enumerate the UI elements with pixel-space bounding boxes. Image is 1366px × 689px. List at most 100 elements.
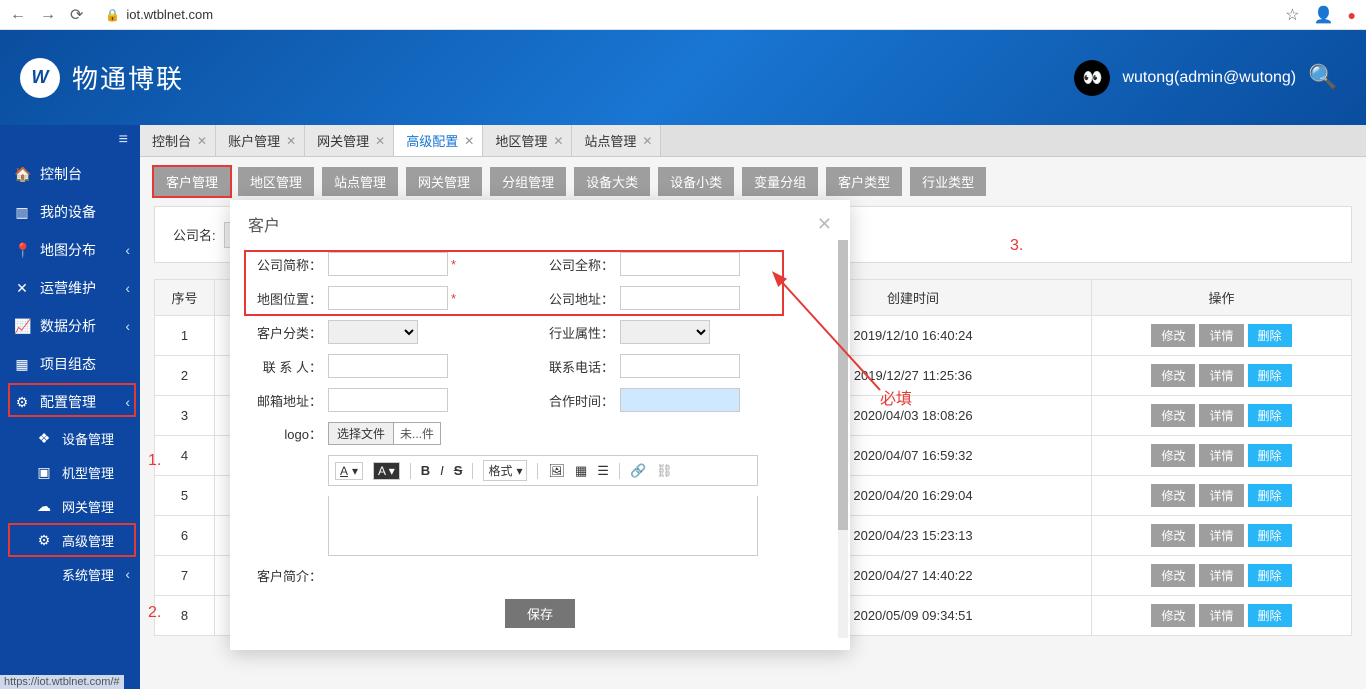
sidebar-subitem[interactable]: ⚙高级管理: [0, 523, 140, 557]
edit-button[interactable]: 修改: [1151, 524, 1195, 547]
close-tab-icon[interactable]: ✕: [464, 134, 474, 148]
hamburger-icon[interactable]: ≡: [0, 125, 140, 155]
edit-button[interactable]: 修改: [1151, 604, 1195, 627]
subtab-button[interactable]: 分组管理: [490, 167, 566, 196]
address-bar[interactable]: 🔒 iot.wtblnet.com: [97, 7, 1271, 22]
sidebar-label: 数据分析: [40, 316, 96, 336]
sidebar-item[interactable]: 🏠控制台: [0, 155, 140, 193]
delete-button[interactable]: 删除: [1248, 564, 1292, 587]
tab[interactable]: 账户管理✕: [216, 125, 305, 156]
subtab-button[interactable]: 网关管理: [406, 167, 482, 196]
back-icon[interactable]: ←: [10, 6, 26, 24]
close-tab-icon[interactable]: ✕: [286, 134, 296, 148]
label-cat: 客户分类：: [248, 323, 328, 342]
sidebar-item[interactable]: 📍地图分布‹: [0, 231, 140, 269]
detail-button[interactable]: 详情: [1199, 404, 1243, 427]
detail-button[interactable]: 详情: [1199, 604, 1243, 627]
select-ind[interactable]: [620, 320, 710, 344]
tab[interactable]: 网关管理✕: [305, 125, 394, 156]
detail-button[interactable]: 详情: [1199, 324, 1243, 347]
forward-icon[interactable]: →: [40, 6, 56, 24]
sidebar-item[interactable]: ▦项目组态: [0, 345, 140, 383]
close-icon[interactable]: ✕: [817, 214, 832, 235]
input-phone[interactable]: [620, 354, 740, 378]
input-full[interactable]: [620, 252, 740, 276]
select-cat[interactable]: [328, 320, 418, 344]
sidebar-item[interactable]: ⚙配置管理‹: [0, 383, 140, 421]
search-icon[interactable]: 🔍: [1308, 63, 1338, 92]
tab[interactable]: 控制台✕: [140, 125, 216, 156]
sidebar-item[interactable]: ▥我的设备: [0, 193, 140, 231]
italic-button[interactable]: I: [440, 463, 444, 478]
brand-text: 物通博联: [72, 59, 184, 96]
close-tab-icon[interactable]: ✕: [642, 134, 652, 148]
sidebar-item[interactable]: ✕运营维护‹: [0, 269, 140, 307]
delete-button[interactable]: 删除: [1248, 404, 1292, 427]
sidebar-subitem[interactable]: ☁网关管理: [0, 489, 140, 523]
unlink-icon[interactable]: ⛓: [656, 463, 673, 479]
edit-button[interactable]: 修改: [1151, 444, 1195, 467]
subtab-button[interactable]: 客户管理: [154, 167, 230, 196]
cell-idx: 7: [155, 556, 215, 596]
label-phone: 联系电话：: [540, 357, 620, 376]
menu-icon[interactable]: ●: [1348, 7, 1356, 23]
subtab-button[interactable]: 设备大类: [574, 167, 650, 196]
input-email[interactable]: [328, 388, 448, 412]
bold-button[interactable]: B: [421, 463, 430, 478]
delete-button[interactable]: 删除: [1248, 604, 1292, 627]
delete-button[interactable]: 删除: [1248, 364, 1292, 387]
detail-button[interactable]: 详情: [1199, 444, 1243, 467]
subtab-button[interactable]: 行业类型: [910, 167, 986, 196]
input-coop[interactable]: [620, 388, 740, 412]
subtab-button[interactable]: 站点管理: [322, 167, 398, 196]
subtab-button[interactable]: 变量分组: [742, 167, 818, 196]
editor-body[interactable]: [328, 496, 758, 556]
image-icon[interactable]: 🖼: [548, 463, 565, 479]
subtab-button[interactable]: 客户类型: [826, 167, 902, 196]
font-color-button[interactable]: A ▾: [335, 462, 363, 480]
edit-button[interactable]: 修改: [1151, 564, 1195, 587]
file-choose-button[interactable]: 选择文件: [328, 422, 394, 445]
edit-button[interactable]: 修改: [1151, 324, 1195, 347]
edit-button[interactable]: 修改: [1151, 364, 1195, 387]
delete-button[interactable]: 删除: [1248, 524, 1292, 547]
detail-button[interactable]: 详情: [1199, 484, 1243, 507]
close-tab-icon[interactable]: ✕: [197, 134, 207, 148]
delete-button[interactable]: 删除: [1248, 324, 1292, 347]
detail-button[interactable]: 详情: [1199, 364, 1243, 387]
sidebar-label: 运营维护: [40, 278, 96, 298]
input-addr[interactable]: [620, 286, 740, 310]
sidebar-subitem[interactable]: ▣机型管理: [0, 455, 140, 489]
edit-button[interactable]: 修改: [1151, 484, 1195, 507]
subtab-button[interactable]: 地区管理: [238, 167, 314, 196]
tab[interactable]: 站点管理✕: [572, 125, 661, 156]
detail-button[interactable]: 详情: [1199, 564, 1243, 587]
delete-button[interactable]: 删除: [1248, 484, 1292, 507]
bg-color-button[interactable]: A ▾: [373, 462, 400, 480]
strike-button[interactable]: S: [454, 463, 463, 478]
format-select[interactable]: 格式 ▾: [483, 460, 527, 481]
sidebar-item[interactable]: 📈数据分析‹: [0, 307, 140, 345]
table-icon[interactable]: ▦: [575, 463, 587, 479]
bookmark-icon[interactable]: ☆: [1285, 5, 1299, 25]
input-mappos[interactable]: [328, 286, 448, 310]
input-contact[interactable]: [328, 354, 448, 378]
avatar[interactable]: 👀: [1074, 60, 1110, 96]
detail-button[interactable]: 详情: [1199, 524, 1243, 547]
delete-button[interactable]: 删除: [1248, 444, 1292, 467]
chevron-left-icon: ‹: [125, 280, 130, 296]
hr-icon[interactable]: ☰: [597, 463, 609, 479]
reload-icon[interactable]: ⟳: [70, 5, 83, 25]
input-short[interactable]: [328, 252, 448, 276]
edit-button[interactable]: 修改: [1151, 404, 1195, 427]
sidebar-subitem[interactable]: ❖设备管理: [0, 421, 140, 455]
close-tab-icon[interactable]: ✕: [553, 134, 563, 148]
link-icon[interactable]: 🔗: [630, 463, 646, 479]
save-button[interactable]: 保存: [505, 599, 575, 628]
subtab-button[interactable]: 设备小类: [658, 167, 734, 196]
tab[interactable]: 地区管理✕: [483, 125, 572, 156]
close-tab-icon[interactable]: ✕: [375, 134, 385, 148]
profile-icon[interactable]: 👤: [1314, 5, 1334, 25]
tab[interactable]: 高级配置✕: [394, 125, 483, 156]
sidebar-subitem[interactable]: 系统管理‹: [0, 557, 140, 591]
